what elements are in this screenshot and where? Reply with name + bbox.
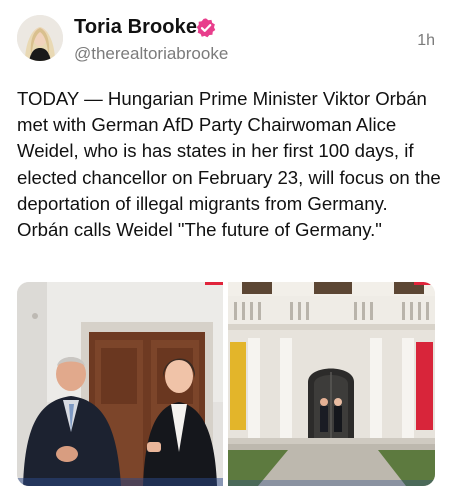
media-image-1[interactable] [17, 282, 223, 486]
post-timestamp: 1h [417, 32, 435, 49]
verified-badge-icon [196, 18, 216, 38]
post-text: TODAY — Hungarian Prime Minister Viktor … [17, 88, 441, 241]
avatar-image [17, 15, 63, 61]
photo-building-courtyard [228, 282, 435, 486]
photo-orban-weidel-indoors [17, 282, 223, 486]
author-display-name[interactable]: Toria Brooke [74, 16, 197, 39]
media-image-2[interactable] [228, 282, 435, 486]
author-handle[interactable]: @therealtoriabrooke [74, 44, 228, 64]
avatar[interactable] [17, 15, 63, 61]
